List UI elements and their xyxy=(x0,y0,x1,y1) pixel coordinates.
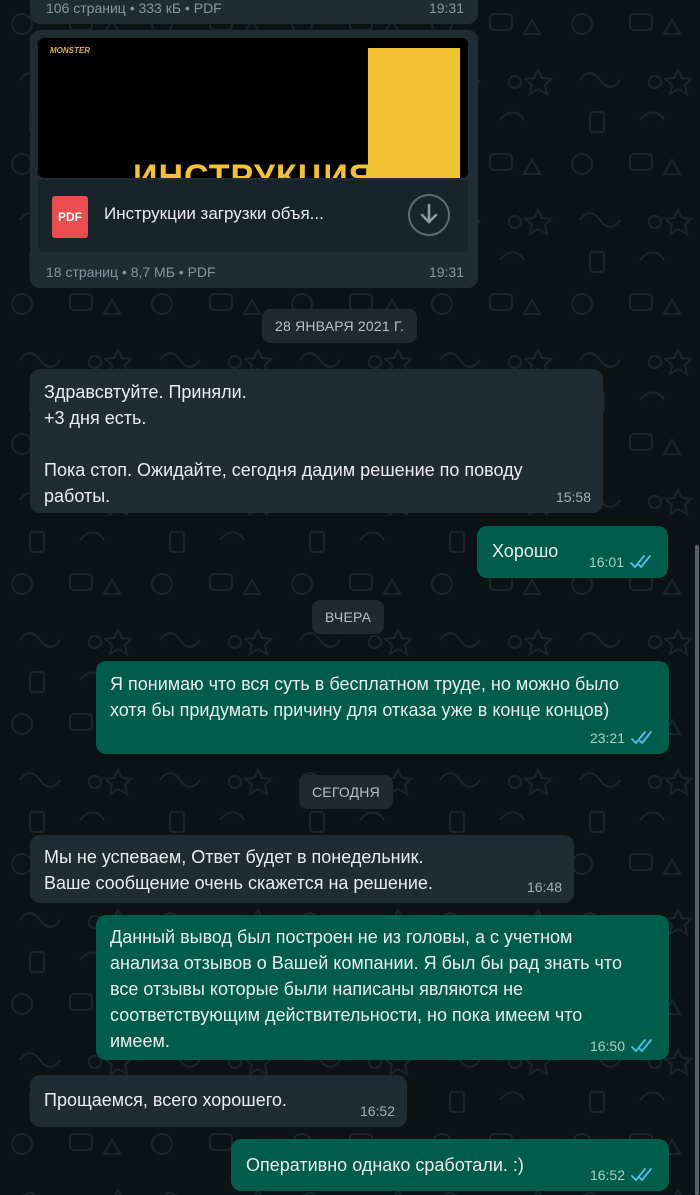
outgoing-message[interactable]: Оперативно однако сработали. :) 16:52 xyxy=(231,1139,669,1191)
file-name: Инструкции загрузки объя... xyxy=(104,204,324,223)
double-check-icon xyxy=(631,1039,652,1053)
message-meta: 16:01 xyxy=(589,554,656,570)
message-meta: 16:52 xyxy=(590,1167,657,1183)
message-time: 19:31 xyxy=(428,0,464,16)
double-check-icon xyxy=(631,731,652,745)
message-meta: 16:50 xyxy=(590,1038,657,1054)
message-time: 16:48 xyxy=(526,879,562,895)
doc-info: 106 страниц • 333 кБ • PDF xyxy=(46,0,222,16)
doc-message-top[interactable]: 106 страниц • 333 кБ • PDF 19:31 xyxy=(30,0,478,24)
date-separator: СЕГОДНЯ xyxy=(299,775,393,809)
doc-preview[interactable]: MONSTER ИНСТРУКЦИЯ xyxy=(38,38,468,178)
preview-logo: MONSTER xyxy=(50,46,90,55)
outgoing-message[interactable]: Данный вывод был построен не из головы, … xyxy=(96,915,669,1060)
message-meta: 16:52 xyxy=(360,1103,395,1119)
message-time: 16:52 xyxy=(359,1103,395,1119)
pdf-file-icon: PDF xyxy=(52,196,88,238)
message-time: 15:58 xyxy=(555,489,591,505)
preview-title: ИНСТРУКЦИЯ xyxy=(133,158,375,178)
incoming-message[interactable]: Мы не успеваем, Ответ будет в понедельни… xyxy=(30,835,574,903)
message-text: Здравсвтуйте. Приняли. +3 дня есть. Пока… xyxy=(44,382,523,506)
preview-yellow-block xyxy=(368,48,460,178)
message-time: 19:31 xyxy=(428,264,464,280)
message-text: Я понимаю что вся суть в бесплатном труд… xyxy=(110,674,619,720)
pdf-badge: PDF xyxy=(58,210,82,224)
double-check-icon xyxy=(631,1168,652,1182)
date-separator: ВЧЕРА xyxy=(312,600,385,634)
message-text: Мы не успеваем, Ответ будет в понедельни… xyxy=(44,847,433,893)
doc-info: 18 страниц • 8,7 МБ • PDF xyxy=(46,264,216,280)
message-text: Прощаемся, всего хорошего. xyxy=(44,1090,287,1110)
message-meta: 23:21 xyxy=(590,730,657,746)
double-check-icon xyxy=(630,555,651,569)
file-row[interactable]: PDF Инструкции загрузки объя... xyxy=(38,180,468,252)
outgoing-message[interactable]: Я понимаю что вся суть в бесплатном труд… xyxy=(96,661,669,754)
message-time: 23:21 xyxy=(589,730,625,746)
message-time: 16:01 xyxy=(588,554,624,570)
download-arrow-icon[interactable] xyxy=(408,194,450,236)
incoming-message[interactable]: Здравсвтуйте. Приняли. +3 дня есть. Пока… xyxy=(30,369,603,513)
message-meta: 15:58 xyxy=(556,489,591,505)
incoming-message[interactable]: Прощаемся, всего хорошего. 16:52 xyxy=(30,1075,407,1127)
scrollbar-thumb[interactable] xyxy=(695,545,699,1195)
message-time: 16:52 xyxy=(589,1167,625,1183)
message-time: 16:50 xyxy=(589,1038,625,1054)
outgoing-message[interactable]: Хорошо 16:01 xyxy=(477,526,668,578)
doc-message[interactable]: MONSTER ИНСТРУКЦИЯ PDF Инструкции загруз… xyxy=(30,30,478,288)
date-separator: 28 ЯНВАРЯ 2021 Г. xyxy=(262,309,418,343)
message-text: Данный вывод был построен не из головы, … xyxy=(110,927,622,1051)
message-text: Хорошо xyxy=(492,541,559,561)
message-text: Оперативно однако сработали. :) xyxy=(246,1155,524,1175)
message-meta: 16:48 xyxy=(527,879,562,895)
